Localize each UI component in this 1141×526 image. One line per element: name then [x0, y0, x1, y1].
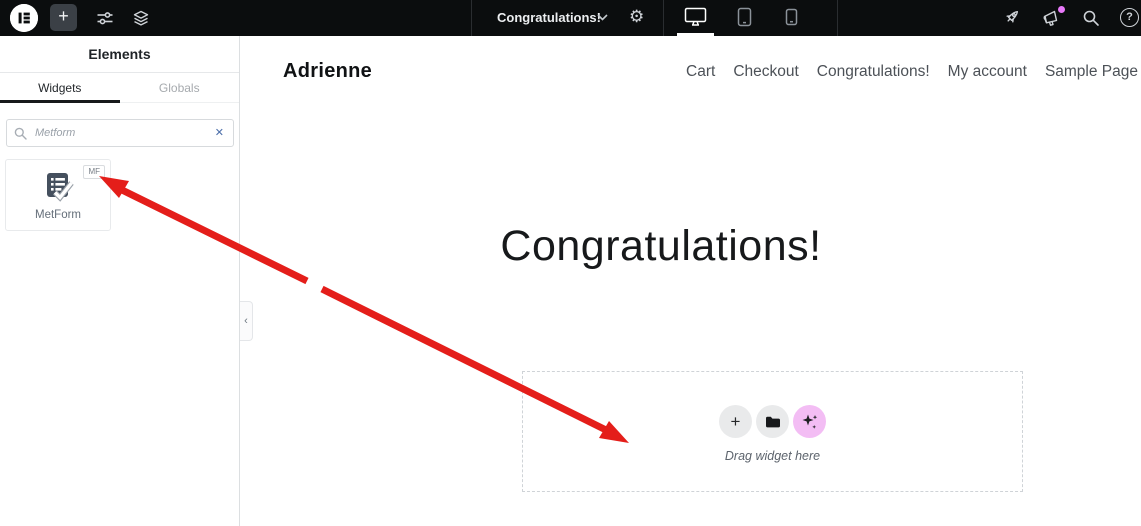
- structure-layers-icon[interactable]: [132, 9, 150, 27]
- widget-search-box: ✕: [6, 119, 234, 147]
- panel-collapse-handle[interactable]: ‹: [240, 301, 253, 341]
- widget-search-input[interactable]: [33, 121, 203, 145]
- ai-sparkles-icon: [802, 414, 817, 429]
- topbar: + Congratulations! ⚙ ?: [0, 0, 1141, 36]
- add-template-button[interactable]: [756, 405, 789, 438]
- site-nav: Cart Checkout Congratulations! My accoun…: [686, 63, 1138, 81]
- tab-widgets[interactable]: Widgets: [0, 73, 120, 103]
- nav-item-my-account[interactable]: My account: [948, 63, 1027, 81]
- clear-search-icon[interactable]: ✕: [215, 120, 224, 146]
- device-tablet-icon[interactable]: [737, 7, 752, 27]
- add-section-button[interactable]: +: [719, 405, 752, 438]
- add-element-button[interactable]: +: [50, 4, 77, 31]
- tab-globals[interactable]: Globals: [120, 73, 240, 102]
- widgets-panel: Elements Widgets Globals ✕ MF: [0, 36, 240, 526]
- elementor-editor: + Congratulations! ⚙ ? Elements Widgets …: [0, 0, 1141, 526]
- finder-search-icon[interactable]: [1082, 9, 1100, 27]
- nav-item-cart[interactable]: Cart: [686, 63, 715, 81]
- widget-card-metform[interactable]: MF MetForm: [5, 159, 111, 231]
- device-mobile-icon[interactable]: [785, 7, 798, 27]
- device-desktop-icon[interactable]: [684, 7, 707, 27]
- search-icon: [14, 127, 27, 140]
- nav-item-congratulations[interactable]: Congratulations!: [817, 63, 930, 81]
- help-icon[interactable]: ?: [1120, 8, 1139, 27]
- notification-dot: [1058, 6, 1065, 13]
- chevron-down-icon[interactable]: [597, 14, 608, 21]
- metform-widget-icon: [47, 173, 74, 202]
- topbar-divider: [471, 0, 472, 36]
- topbar-divider: [663, 0, 664, 36]
- launchpad-rocket-icon[interactable]: [1003, 8, 1021, 26]
- page-settings-gear-icon[interactable]: ⚙: [629, 0, 644, 36]
- dropzone[interactable]: + Drag widget here: [522, 371, 1023, 492]
- page-heading: Congratulations!: [500, 222, 822, 270]
- dropzone-hint: Drag widget here: [724, 449, 821, 463]
- widget-badge: MF: [83, 165, 105, 179]
- elementor-logo-icon: [10, 4, 38, 32]
- site-title[interactable]: Adrienne: [283, 60, 372, 83]
- site-settings-icon[interactable]: [96, 9, 114, 27]
- ai-builder-button[interactable]: [793, 405, 826, 438]
- panel-tabs: Widgets Globals: [0, 73, 239, 103]
- elementor-logo[interactable]: [10, 4, 38, 32]
- plus-icon: +: [730, 411, 741, 431]
- topbar-divider: [837, 0, 838, 36]
- folder-icon: [765, 416, 780, 427]
- dropzone-buttons: +: [523, 405, 1022, 438]
- widget-label: MetForm: [35, 209, 81, 221]
- panel-title: Elements: [0, 36, 239, 73]
- nav-item-sample-page[interactable]: Sample Page: [1045, 63, 1138, 81]
- document-name-dropdown[interactable]: Congratulations!: [497, 0, 601, 36]
- active-device-underline: [677, 33, 714, 36]
- nav-item-checkout[interactable]: Checkout: [733, 63, 798, 81]
